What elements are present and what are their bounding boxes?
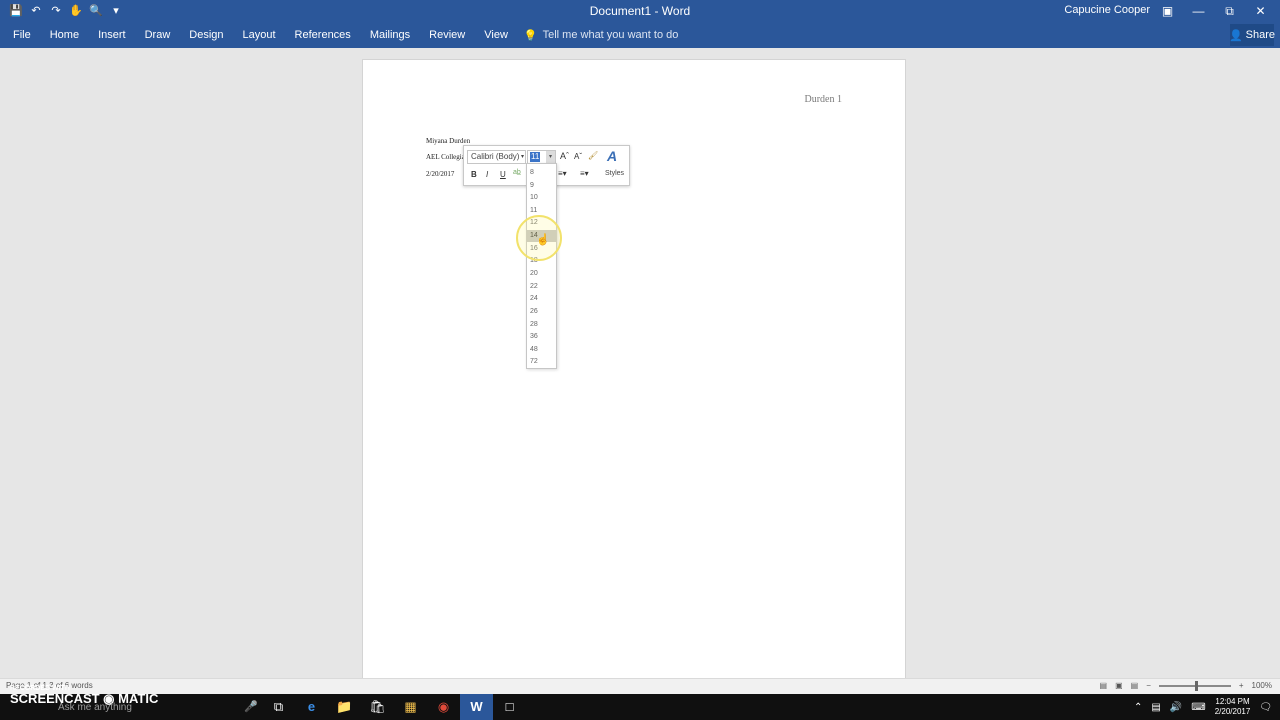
touch-mode-icon[interactable]: ✋ (68, 3, 84, 19)
web-layout-icon[interactable]: ▤ (1131, 681, 1139, 690)
notifications-icon[interactable]: 🗨 (1259, 702, 1272, 713)
minimize-icon[interactable]: — (1183, 0, 1214, 22)
share-button[interactable]: 👤 Share (1228, 24, 1276, 46)
tab-mailings[interactable]: Mailings (363, 29, 417, 41)
bullets-icon[interactable]: ≡▾ (558, 169, 567, 178)
font-dropdown-icon[interactable]: ▾ (521, 151, 524, 163)
font-size-option[interactable]: 72 (527, 356, 556, 368)
numbering-icon[interactable]: ≡▾ (580, 169, 589, 178)
font-size-value: 11 (530, 152, 541, 162)
zoom-in-icon[interactable]: + (1239, 681, 1244, 690)
store-icon[interactable]: 🛍 (361, 694, 394, 720)
word-app-icon[interactable]: W (460, 694, 493, 720)
clock[interactable]: 12:04 PM 2/20/2017 (1215, 697, 1251, 717)
redo-icon[interactable]: ↷ (48, 3, 64, 19)
italic-button[interactable]: I (486, 170, 488, 179)
keyboard-icon[interactable]: ⌨ (1191, 702, 1205, 713)
highlight-icon[interactable]: ab̲ (513, 169, 521, 176)
tab-view[interactable]: View (477, 29, 515, 41)
person-icon: 👤 (1228, 29, 1243, 42)
doc-line-date[interactable]: 2/20/2017 (426, 170, 454, 178)
print-layout-icon[interactable]: ▣ (1115, 681, 1123, 690)
font-size-option[interactable]: 26 (527, 306, 556, 318)
taskbar: RECORDED WITH SCREENCAST ◉ MATIC Ask me … (0, 685, 1280, 720)
styles-label[interactable]: Styles (605, 170, 624, 177)
tab-review[interactable]: Review (422, 29, 472, 41)
grow-font-icon[interactable]: Aˆ (560, 151, 569, 161)
tell-me-search[interactable]: 💡 Tell me what you want to do (524, 29, 678, 42)
share-label: Share (1245, 29, 1276, 41)
ribbon-options-icon[interactable]: ▣ (1152, 0, 1183, 22)
font-name-box[interactable]: Calibri (Body) ▾ (467, 150, 526, 164)
system-tray: ⌃ ▤ 🔊 ⌨ 12:04 PM 2/20/2017 🗨 (1134, 694, 1272, 720)
font-size-option[interactable]: 24 (527, 293, 556, 305)
tab-design[interactable]: Design (182, 29, 230, 41)
zoom-thumb[interactable] (1194, 680, 1198, 691)
task-view-icon[interactable]: ⧉ (262, 694, 295, 720)
font-size-option[interactable]: 28 (527, 319, 556, 331)
title-bar: 💾 ↶ ↷ ✋ 🔍 ▾ Document1 - Word Capucine Co… (0, 0, 1280, 22)
document-workspace: Durden 1 Miyana Durden AEL Collegiat 2/2… (0, 48, 1280, 679)
undo-icon[interactable]: ↶ (28, 3, 44, 19)
font-size-dropdown: 8 9 10 11 12 14 16 18 20 22 24 26 28 36 … (526, 163, 557, 369)
document-page[interactable]: Durden 1 Miyana Durden AEL Collegiat 2/2… (362, 59, 906, 679)
status-bar: Page 1 of 1 3 of 6 words ▤ ▣ ▤ − + 100% (0, 678, 1280, 694)
quick-access-toolbar: 💾 ↶ ↷ ✋ 🔍 ▾ (8, 3, 124, 19)
volume-icon[interactable]: 🔊 (1170, 702, 1182, 713)
tab-layout[interactable]: Layout (236, 29, 283, 41)
microphone-icon[interactable]: 🎤 (244, 700, 258, 713)
underline-button[interactable]: U (500, 170, 506, 179)
network-icon[interactable]: ▤ (1151, 702, 1160, 713)
tab-draw[interactable]: Draw (138, 29, 178, 41)
bold-button[interactable]: B (471, 170, 477, 179)
font-size-option[interactable]: 10 (527, 192, 556, 204)
edge-icon[interactable]: e (295, 694, 328, 720)
lightbulb-icon: 💡 (523, 29, 538, 42)
tab-file[interactable]: File (6, 29, 38, 41)
clock-date: 2/20/2017 (1214, 707, 1251, 716)
font-size-box[interactable]: 11 ▾ (527, 150, 556, 164)
save-icon[interactable]: 💾 (8, 3, 24, 19)
font-size-option[interactable]: 48 (527, 344, 556, 356)
tab-home[interactable]: Home (43, 29, 86, 41)
tell-me-text: Tell me what you want to do (542, 29, 679, 41)
close-icon[interactable]: ✕ (1245, 0, 1276, 22)
shrink-font-icon[interactable]: Aˇ (574, 152, 582, 161)
font-size-dropdown-icon[interactable]: ▾ (546, 151, 555, 163)
zoom-slider[interactable] (1158, 680, 1231, 691)
font-size-option[interactable]: 9 (527, 180, 556, 192)
page-header: Durden 1 (804, 94, 843, 105)
tab-insert[interactable]: Insert (91, 29, 133, 41)
zoom-level[interactable]: 100% (1252, 681, 1272, 690)
user-name[interactable]: Capucine Cooper (1064, 4, 1150, 16)
print-preview-icon[interactable]: 🔍 (88, 3, 104, 19)
file-explorer-icon[interactable]: 📁 (328, 694, 361, 720)
hand-cursor-icon: ☝ (536, 234, 550, 246)
office-apps-icon[interactable]: ▦ (394, 694, 427, 720)
font-size-option[interactable]: 22 (527, 281, 556, 293)
customize-icon[interactable]: ▾ (108, 3, 124, 19)
snipping-tool-icon[interactable]: □ (493, 694, 526, 720)
font-size-option[interactable]: 36 (527, 331, 556, 343)
font-size-option[interactable]: 8 (527, 167, 556, 179)
cortana-search[interactable]: Ask me anything (58, 702, 132, 713)
restore-icon[interactable]: ⧉ (1214, 0, 1245, 22)
doc-line-name[interactable]: Miyana Durden (426, 137, 470, 145)
window-controls: ▣ — ⧉ ✕ (1152, 0, 1276, 22)
doc-line-school[interactable]: AEL Collegiat (426, 153, 467, 161)
read-mode-icon[interactable]: ▤ (1100, 681, 1108, 690)
clock-time: 12:04 PM (1215, 697, 1250, 706)
font-name-value: Calibri (Body) (471, 152, 520, 161)
chrome-icon[interactable]: ◉ (427, 694, 460, 720)
styles-gallery-icon[interactable]: A (607, 148, 617, 164)
font-size-option[interactable]: 20 (527, 268, 556, 280)
ribbon-tabs: File Home Insert Draw Design Layout Refe… (0, 22, 1280, 48)
tab-references[interactable]: References (288, 29, 358, 41)
chevron-up-icon[interactable]: ⌃ (1134, 702, 1142, 713)
zoom-out-icon[interactable]: − (1146, 681, 1151, 690)
format-painter-icon[interactable]: 🖌 (588, 151, 598, 160)
